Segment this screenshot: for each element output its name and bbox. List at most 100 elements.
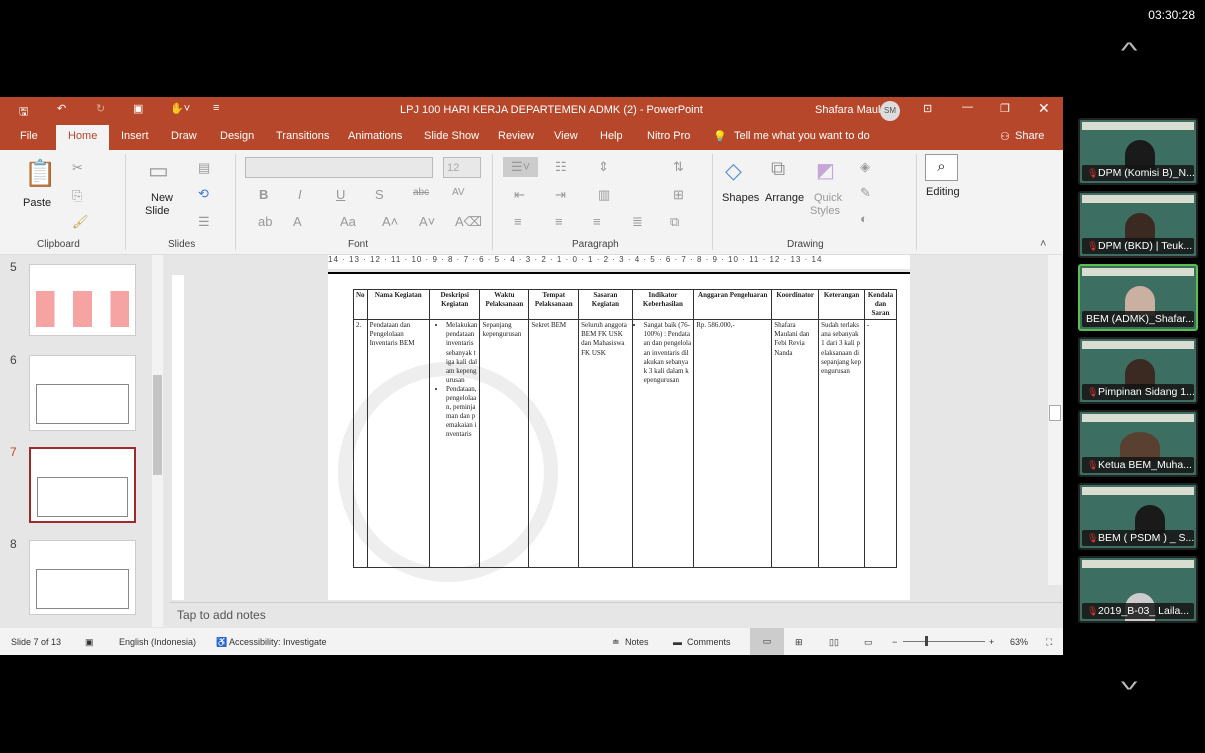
slideshow-button[interactable]: ▭ xyxy=(864,637,873,648)
shape-effects-icon[interactable]: ◐ xyxy=(860,211,868,226)
touch-mode-icon[interactable]: ✋˅ xyxy=(170,102,190,115)
reset-icon[interactable]: ⟲ xyxy=(198,186,209,202)
minimize-button[interactable]: — xyxy=(962,101,973,113)
shadow-icon[interactable]: S xyxy=(375,187,384,202)
paste-button[interactable]: Paste xyxy=(23,197,51,209)
zoom-slider[interactable] xyxy=(903,641,985,642)
participant-tile-active-speaker[interactable]: BEM (ADMK)_Shafar... xyxy=(1078,264,1198,331)
slide-canvas[interactable]: No Nama Kegiatan Deskripsi Kegiatan Wakt… xyxy=(328,272,910,600)
columns-icon[interactable]: ▥ xyxy=(598,187,610,203)
format-painter-icon[interactable]: 🖌 xyxy=(72,214,89,230)
zoom-out-button[interactable]: − xyxy=(892,637,897,647)
participant-tile[interactable]: 🎙 DPM (Komisi B)_N... xyxy=(1078,118,1198,185)
new-slide-icon[interactable]: ▭ xyxy=(148,158,169,184)
participant-tile[interactable]: 🎙 BEM ( PSDM ) _ S... xyxy=(1078,483,1198,550)
find-icon[interactable]: ⌕ xyxy=(925,154,958,181)
undo-icon[interactable]: ↶ xyxy=(57,102,66,115)
justify-icon[interactable]: ≣ xyxy=(632,214,643,230)
arrange-icon[interactable]: ⧉ xyxy=(771,158,785,181)
underline-icon[interactable]: U xyxy=(336,187,345,202)
notes-pane[interactable]: Tap to add notes xyxy=(170,602,1063,627)
slide-thumbnail-8[interactable] xyxy=(29,540,136,615)
text-direction-icon[interactable]: ⇅ xyxy=(673,159,684,175)
cut-icon[interactable]: ✂ xyxy=(72,160,83,176)
close-button[interactable]: ✕ xyxy=(1038,100,1050,117)
tab-draw[interactable]: Draw xyxy=(171,130,197,142)
restore-button[interactable]: ❐ xyxy=(1000,102,1010,115)
align-right-icon[interactable]: ≡ xyxy=(593,214,601,229)
increase-font-icon[interactable]: A˄ xyxy=(382,214,398,229)
redo-icon[interactable]: ↻ xyxy=(96,102,105,115)
decrease-indent-icon[interactable]: ⇤ xyxy=(514,187,525,203)
zoom-level[interactable]: 63% xyxy=(1010,637,1028,647)
shapes-button[interactable]: Shapes xyxy=(722,192,759,204)
slide-thumbnail-6[interactable] xyxy=(29,355,136,431)
slide-thumbnail-7[interactable] xyxy=(29,447,136,523)
participant-tile[interactable]: 🎙 Ketua BEM_Muha... xyxy=(1078,410,1198,477)
quick-styles-icon[interactable]: ◩ xyxy=(816,158,835,183)
align-center-icon[interactable]: ≡ xyxy=(555,214,563,229)
bold-icon[interactable]: B xyxy=(259,187,268,202)
share-button[interactable]: Share xyxy=(1015,130,1044,142)
shape-outline-icon[interactable]: ✎ xyxy=(860,185,871,201)
italic-icon[interactable]: I xyxy=(298,187,302,202)
shapes-icon[interactable]: ◇ xyxy=(725,158,742,184)
tab-view[interactable]: View xyxy=(554,130,578,142)
font-name-input[interactable] xyxy=(245,157,433,178)
accessibility-status[interactable]: Accessibility: Investigate xyxy=(229,637,327,647)
zoom-in-button[interactable]: + xyxy=(989,637,994,647)
character-spacing-icon[interactable]: AV xyxy=(452,187,465,198)
collapse-ribbon-icon[interactable]: ˄ xyxy=(1040,238,1046,250)
section-icon[interactable]: ☰ xyxy=(198,214,210,230)
tab-help[interactable]: Help xyxy=(600,130,623,142)
comments-button[interactable]: Comments xyxy=(687,637,731,647)
numbering-icon[interactable]: ☷ xyxy=(555,159,567,175)
zoom-slider-thumb[interactable] xyxy=(925,636,928,646)
paste-icon[interactable]: 📋 xyxy=(24,158,56,189)
quick-styles-button-line2[interactable]: Styles xyxy=(810,205,840,217)
bullets-icon[interactable]: ☰˅ xyxy=(503,157,539,177)
participant-tile[interactable]: 🎙 Pimpinan Sidang 1... xyxy=(1078,337,1198,404)
line-spacing-icon[interactable]: ⇕ xyxy=(598,159,609,175)
increase-indent-icon[interactable]: ⇥ xyxy=(555,187,566,203)
ribbon-display-icon[interactable]: ⊡ xyxy=(923,102,932,115)
align-left-icon[interactable]: ≡ xyxy=(514,214,522,229)
customize-qat-icon[interactable]: ≡ xyxy=(213,102,219,114)
shape-fill-icon[interactable]: ◈ xyxy=(860,159,870,175)
slide-thumbnail-5[interactable] xyxy=(29,264,136,336)
tab-slide-show[interactable]: Slide Show xyxy=(424,130,479,142)
notes-button[interactable]: Notes xyxy=(625,637,649,647)
tab-insert[interactable]: Insert xyxy=(121,130,149,142)
tab-file[interactable]: File xyxy=(20,130,38,142)
tab-home[interactable]: Home xyxy=(56,125,110,150)
tell-me-search[interactable]: Tell me what you want to do xyxy=(734,130,870,142)
quick-styles-button[interactable]: Quick xyxy=(814,192,842,204)
highlight-icon[interactable]: ab xyxy=(258,214,272,229)
share-icon[interactable]: ⚇ xyxy=(1000,130,1010,143)
tab-design[interactable]: Design xyxy=(220,130,254,142)
editing-button[interactable]: Editing xyxy=(926,186,960,198)
tab-animations[interactable]: Animations xyxy=(348,130,402,142)
strikethrough-icon[interactable]: abc xyxy=(413,187,429,198)
clear-formatting-icon[interactable]: A⌫ xyxy=(455,214,482,230)
scroll-down-chevron-icon[interactable]: ^ xyxy=(1121,668,1138,694)
tab-nitro-pro[interactable]: Nitro Pro xyxy=(647,130,690,142)
scroll-up-chevron-icon[interactable]: ^ xyxy=(1121,38,1138,64)
language-indicator[interactable]: English (Indonesia) xyxy=(119,637,196,647)
tab-review[interactable]: Review xyxy=(498,130,534,142)
smartart-icon[interactable]: ⧉ xyxy=(670,214,679,230)
copy-icon[interactable]: ⎘ xyxy=(72,188,82,204)
new-slide-button[interactable]: New xyxy=(151,192,173,204)
font-color-icon[interactable]: A xyxy=(293,214,302,229)
arrange-button[interactable]: Arrange xyxy=(765,192,804,204)
tab-transitions[interactable]: Transitions xyxy=(276,130,329,142)
thumbnail-scrollbar[interactable] xyxy=(152,255,163,627)
fit-to-window-icon[interactable]: ⛶ xyxy=(1046,637,1052,648)
avatar[interactable]: SM xyxy=(880,101,900,121)
font-size-input[interactable]: 12 xyxy=(443,157,481,178)
layout-icon[interactable]: ▤ xyxy=(198,160,210,176)
spell-check-icon[interactable]: ▣ xyxy=(85,637,94,648)
save-icon[interactable]: 🖫 xyxy=(19,103,28,122)
change-case-icon[interactable]: Aa xyxy=(340,214,356,229)
participant-tile[interactable]: 🎙 DPM (BKD) | Teuk... xyxy=(1078,191,1198,258)
